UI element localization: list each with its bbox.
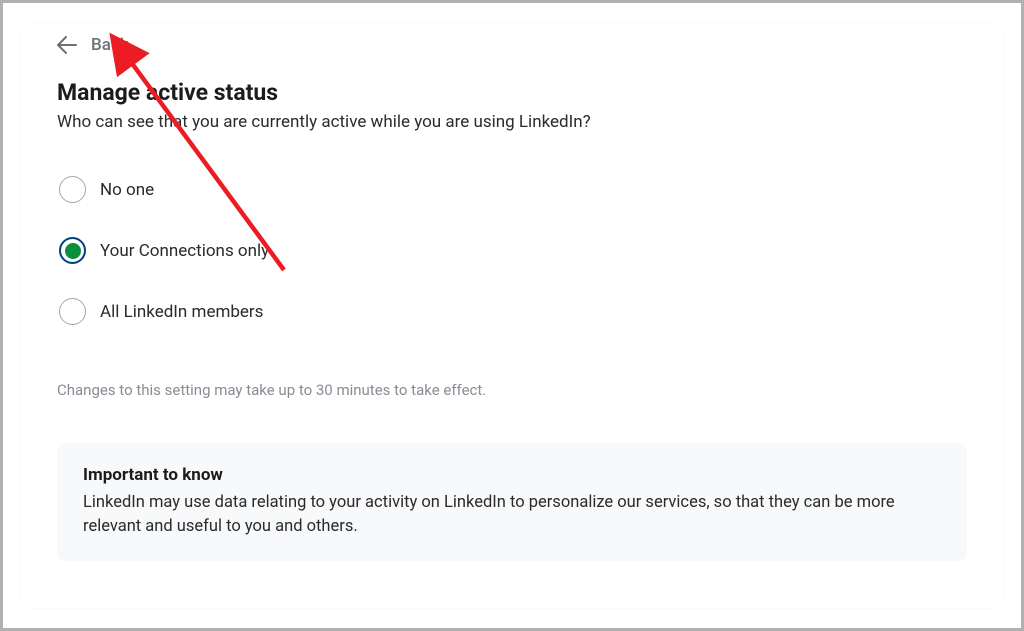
radio-connections-only[interactable]: Your Connections only	[59, 237, 269, 264]
radio-label: All LinkedIn members	[100, 302, 263, 322]
page-title: Manage active status	[57, 79, 967, 106]
back-button[interactable]: Back	[57, 31, 129, 79]
radio-selected-icon	[59, 237, 86, 264]
radio-inner-dot-icon	[65, 243, 81, 259]
radio-all-members[interactable]: All LinkedIn members	[59, 298, 263, 325]
radio-icon	[59, 176, 86, 203]
radio-icon	[59, 298, 86, 325]
app-frame: Back Manage active status Who can see th…	[3, 3, 1021, 628]
back-label: Back	[91, 35, 129, 55]
page-subtitle: Who can see that you are currently activ…	[57, 112, 967, 132]
radio-label: Your Connections only	[100, 241, 269, 261]
radio-label: No one	[100, 180, 154, 200]
important-info-box: Important to know LinkedIn may use data …	[57, 443, 967, 561]
arrow-left-icon	[57, 36, 77, 54]
radio-no-one[interactable]: No one	[59, 176, 154, 203]
active-status-radio-group: No one Your Connections only All LinkedI…	[57, 176, 967, 325]
settings-card: Back Manage active status Who can see th…	[21, 23, 1003, 608]
effect-delay-note: Changes to this setting may take up to 3…	[57, 381, 967, 399]
info-body: LinkedIn may use data relating to your a…	[83, 491, 941, 539]
info-title: Important to know	[83, 465, 941, 485]
